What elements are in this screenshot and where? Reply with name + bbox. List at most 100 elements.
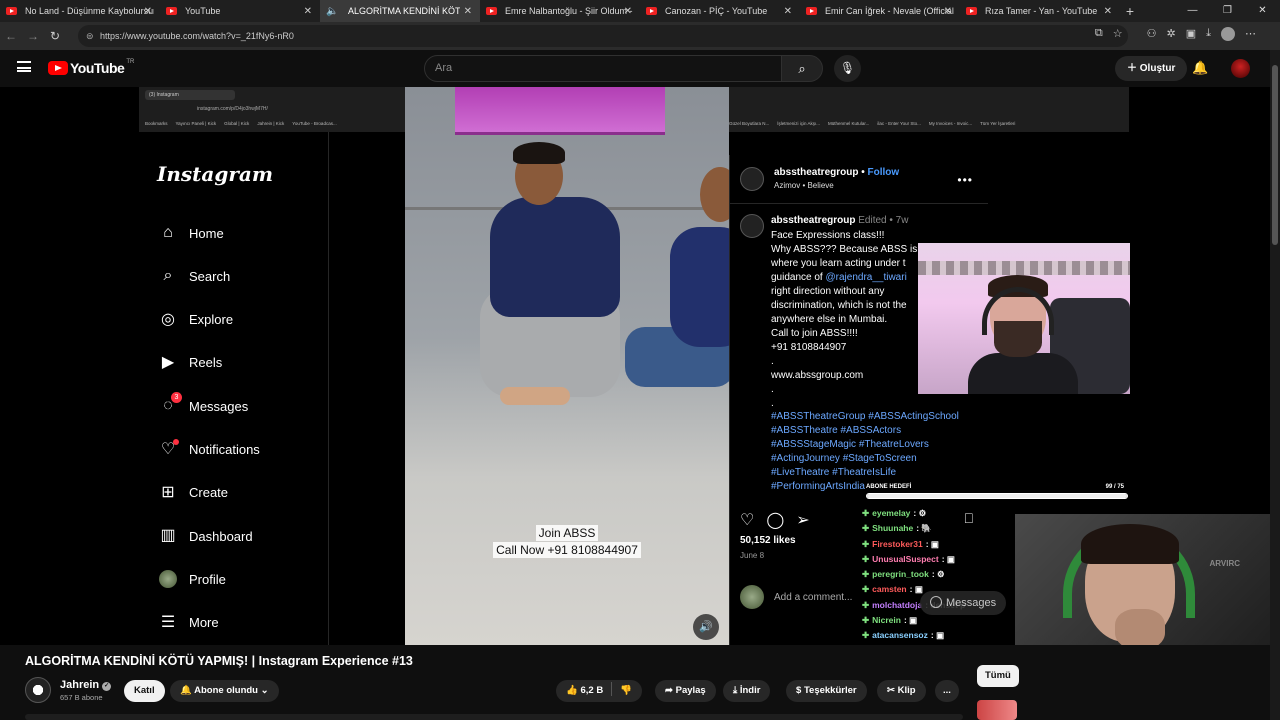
close-tab-icon[interactable]: ✕ (620, 6, 632, 17)
inner-bookmark: Jahrein | Kick (257, 121, 285, 126)
description-box[interactable] (25, 714, 963, 720)
inner-bookmarks: Bookmarks Yayıncı Paneli | Kick Global | K… (145, 121, 337, 126)
browser-tab[interactable]: Rıza Tamer - Yan - YouTube ✕ (960, 0, 1120, 22)
follow-button[interactable]: Follow (868, 167, 900, 178)
sub-badge-icon: ✚ (862, 523, 870, 534)
video-title: ALGORİTMA KENDİNİ KÖTÜ YAPMIŞ! | Instagr… (25, 654, 413, 668)
instagram-nav-more[interactable]: ☰ More (157, 612, 219, 634)
browser-tab[interactable]: Emir Can İğrek - Nevale (Official V ✕ (800, 0, 960, 22)
search-input[interactable]: Ara (424, 55, 782, 82)
caption-avatar[interactable] (740, 214, 764, 238)
extension-icon[interactable]: ⚇ (1147, 27, 1157, 41)
messenger-icon (930, 596, 942, 608)
person-head (700, 167, 729, 222)
instagram-nav-dashboard[interactable]: ▥ Dashboard (157, 525, 252, 547)
post-age: 7w (895, 215, 909, 226)
thumbs-down-icon[interactable]: 👎 (620, 685, 632, 696)
close-tab-icon[interactable]: ✕ (459, 5, 472, 17)
instagram-nav-create[interactable]: ⊞ Create (157, 482, 228, 504)
forward-icon[interactable]: → (22, 29, 44, 43)
download-icon[interactable]: ⤓ (1206, 27, 1211, 41)
close-tab-icon[interactable]: ✕ (940, 6, 952, 17)
notifications-bell-icon[interactable]: 🔔 (1192, 60, 1208, 76)
more-actions-button[interactable]: ... (935, 680, 959, 702)
instagram-nav-profile[interactable]: Profile (157, 568, 226, 590)
reload-icon[interactable]: ↻ (44, 29, 66, 43)
share-send-icon[interactable]: ➢ (796, 510, 809, 530)
likes-count[interactable]: 50,152 likes (740, 535, 796, 546)
instagram-nav-reels[interactable]: ▶ Reels (157, 352, 222, 374)
download-button[interactable]: ⤓ İndir (723, 680, 771, 702)
volume-icon[interactable]: 🔊 (693, 614, 719, 640)
notification-dot (173, 438, 179, 445)
url-field[interactable]: ⊜ https://www.youtube.com/watch?v=_21fNy… (78, 25, 1128, 47)
download-label: İndir (739, 685, 761, 696)
install-icon[interactable]: ⧉ (1095, 27, 1103, 41)
subscribed-button[interactable]: 🔔 Abone olundu ⌄ (170, 680, 279, 702)
create-button[interactable]: ＋ Oluştur (1115, 56, 1188, 81)
youtube-logo[interactable]: YouTube TR (48, 59, 134, 76)
video-player[interactable]: (3) Instagram instagram.com/p/D4jo3hwjM7… (0, 87, 1270, 645)
thumbs-up-icon[interactable]: 👍 (566, 685, 578, 696)
browser-tab[interactable]: Canozan - PİÇ - YouTube ✕ (640, 0, 800, 22)
browser-tab[interactable]: 🔈 ALGORİTMA KENDİNİ KÖTÜ ✕ (320, 0, 480, 22)
browser-tab[interactable]: Emre Nalbantoğlu - Şiir Oldum - ✕ (480, 0, 640, 22)
instagram-nav-messages[interactable]: ◌ 3 Messages (157, 392, 248, 417)
filter-chip-all[interactable]: Tümü (977, 665, 1019, 687)
close-window-icon[interactable]: ✕ (1245, 0, 1280, 22)
account-avatar[interactable] (1231, 59, 1250, 78)
close-tab-icon[interactable]: ✕ (140, 6, 152, 17)
clip-button[interactable]: ✂ Klip (877, 680, 926, 702)
restore-icon[interactable]: ❐ (1210, 0, 1245, 22)
recommended-thumbnail[interactable] (977, 700, 1017, 720)
close-tab-icon[interactable]: ✕ (300, 6, 312, 17)
voice-search-button[interactable]: 🎙 (834, 55, 861, 82)
post-username[interactable]: absstheatregroup (774, 167, 858, 178)
comment-input[interactable]: Add a comment... (740, 585, 852, 609)
mention-link[interactable]: @rajendra__tiwari (826, 272, 907, 283)
search-button[interactable]: ⌕ (781, 55, 823, 82)
instagram-nav-search[interactable]: ⌕ Search (157, 265, 231, 287)
browser-tab[interactable]: No Land - Düşünme Kaybolursun ✕ (0, 0, 160, 22)
like-heart-icon[interactable]: ♡ (740, 510, 754, 530)
join-button[interactable]: Katıl (124, 680, 165, 702)
comment-icon[interactable]: ◯ (766, 510, 784, 530)
like-count[interactable]: 6,2 B (580, 685, 603, 696)
hashtags[interactable]: #ABSSTheatreGroup #ABSSActingSchool #ABS… (771, 410, 971, 494)
messages-popup[interactable]: Messages (920, 591, 1007, 615)
instagram-nav-home[interactable]: ⌂ Home (157, 222, 224, 244)
menu-dots-icon[interactable]: ⋯ (1245, 27, 1256, 41)
site-info-icon[interactable]: ⊜ (86, 25, 94, 47)
more-options-icon[interactable]: ••• (957, 173, 973, 187)
collections-icon[interactable]: ▣ (1186, 27, 1196, 41)
scrollbar-thumb[interactable] (1272, 65, 1278, 245)
post-avatar[interactable] (740, 167, 764, 191)
browser-tab[interactable]: YouTube ✕ (160, 0, 320, 22)
super-thanks-icon: $ (796, 685, 802, 696)
inner-tab: (3) Instagram (145, 90, 235, 100)
puzzle-icon[interactable]: ✲ (1167, 27, 1176, 41)
channel-avatar[interactable] (25, 677, 51, 703)
nav-label: Profile (189, 571, 226, 587)
page-scrollbar[interactable] (1270, 50, 1280, 720)
thanks-button[interactable]: $ Teşekkürler (786, 680, 867, 702)
caption-username[interactable]: absstheatregroup (771, 215, 855, 226)
channel-name[interactable]: Jahrein (60, 679, 99, 691)
post-audio[interactable]: Azimov • Believe (774, 181, 899, 190)
chat-text: : ⚙ (931, 569, 945, 580)
youtube-favicon-icon (966, 7, 977, 15)
bookmark-star-icon[interactable]: ☆ (1113, 27, 1123, 41)
hamburger-menu-icon[interactable] (17, 61, 31, 72)
minimize-icon[interactable]: — (1175, 0, 1210, 22)
heart-icon: ♡ (157, 438, 179, 461)
close-tab-icon[interactable]: ✕ (1100, 6, 1112, 17)
instagram-nav-notifications[interactable]: ♡ Notifications (157, 438, 260, 461)
share-button[interactable]: ➦ Paylaş (655, 680, 716, 702)
tab-title: ALGORİTMA KENDİNİ KÖTÜ (348, 6, 468, 16)
nav-label: Search (189, 268, 231, 284)
instagram-nav-explore[interactable]: ◎ Explore (157, 309, 233, 331)
new-tab-icon[interactable]: + (1120, 3, 1140, 19)
profile-icon[interactable] (1221, 27, 1235, 41)
back-icon[interactable]: ← (0, 29, 22, 43)
close-tab-icon[interactable]: ✕ (780, 6, 792, 17)
